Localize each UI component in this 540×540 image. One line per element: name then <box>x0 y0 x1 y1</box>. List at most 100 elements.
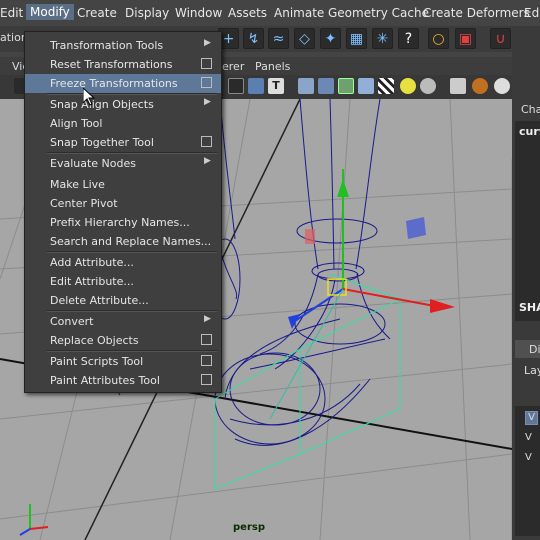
menu-item-label: Align Tool <box>50 117 103 130</box>
white-ball-icon[interactable] <box>494 78 510 94</box>
shapes-label: SHA <box>519 301 540 314</box>
menu-modify[interactable]: Modify <box>26 4 74 20</box>
option-box-icon[interactable] <box>201 374 212 385</box>
menu-item-prefix-hierarchy-names[interactable]: Prefix Hierarchy Names... <box>25 213 221 232</box>
menu-item-label: Snap Together Tool <box>50 136 154 149</box>
display-tab[interactable]: Dis <box>515 340 540 358</box>
menu-item-freeze-transformations[interactable]: Freeze Transformations <box>25 74 221 93</box>
submenu-arrow-icon: ▶ <box>204 156 211 166</box>
menu-item-label: Center Pivot <box>50 197 118 210</box>
menu-item-label: Evaluate Nodes <box>50 157 136 170</box>
submenu-arrow-icon: ▶ <box>204 38 211 48</box>
menu-item-snap-together-tool[interactable]: Snap Together Tool <box>25 133 221 152</box>
menu-item-label: Make Live <box>50 178 105 191</box>
manipulator-x-axis <box>342 288 441 308</box>
ball-icon[interactable] <box>472 78 488 94</box>
wireframe-icon[interactable] <box>228 78 244 94</box>
layer-list: V V V <box>515 406 540 536</box>
camera-label: persp <box>233 522 265 533</box>
lattice-icon[interactable]: ▦ <box>346 28 367 49</box>
sphere-icon[interactable] <box>420 78 436 94</box>
main-menubar: Edit Modify Create Display Window Assets… <box>0 0 540 27</box>
layer-visibility-2[interactable]: V <box>525 432 532 443</box>
channel-list: curv SHA <box>515 121 540 321</box>
menu-animate[interactable]: Animate <box>274 6 324 20</box>
curve-tool-icon[interactable]: ≈ <box>268 28 289 49</box>
menu-item-label: Snap Align Objects <box>50 98 154 111</box>
option-box-icon[interactable] <box>201 136 212 147</box>
menu-item-replace-objects[interactable]: Replace Objects <box>25 331 221 350</box>
menu-assets[interactable]: Assets <box>228 6 267 20</box>
light-icon[interactable] <box>400 78 416 94</box>
menu-item-label: Prefix Hierarchy Names... <box>50 216 190 229</box>
menu-item-center-pivot[interactable]: Center Pivot <box>25 194 221 213</box>
help-icon[interactable]: ? <box>398 28 419 49</box>
texture-icon[interactable] <box>318 78 334 94</box>
option-box-icon[interactable] <box>201 334 212 345</box>
shaded-cube-icon[interactable] <box>358 78 374 94</box>
channel-box-panel: Cha curv SHA Dis Lay V V V <box>512 26 540 540</box>
xray-icon[interactable] <box>338 78 354 94</box>
menu-geometry-cache[interactable]: Geometry Cache <box>328 6 429 20</box>
menu-item-paint-attributes-tool[interactable]: Paint Attributes Tool <box>25 371 221 390</box>
menu-item-paint-scripts-tool[interactable]: Paint Scripts Tool <box>25 352 221 371</box>
menu-item-label: Paint Attributes Tool <box>50 374 160 387</box>
menu-create-deformers[interactable]: Create Deformers <box>423 6 530 20</box>
curve-icon[interactable]: ↯ <box>243 28 264 49</box>
mouse-cursor-icon <box>82 86 96 109</box>
text-icon[interactable]: T <box>268 78 284 94</box>
option-box-icon[interactable] <box>201 77 212 88</box>
submenu-arrow-icon: ▶ <box>204 314 211 324</box>
menu-display[interactable]: Display <box>125 6 169 20</box>
menu-edit-truncated[interactable]: Edi <box>524 6 540 20</box>
menu-item-label: Reset Transformations <box>50 58 173 71</box>
menu-item-label: Paint Scripts Tool <box>50 355 144 368</box>
menu-item-snap-align-objects[interactable]: Snap Align Objects ▶ <box>25 95 221 114</box>
select-icon[interactable]: ▣ <box>455 28 476 49</box>
lock-icon[interactable]: ○ <box>428 28 449 49</box>
layers-menu[interactable]: Lay <box>524 364 540 377</box>
menu-item-delete-attribute[interactable]: Delete Attribute... <box>25 291 221 310</box>
object-name[interactable]: curv <box>519 125 540 138</box>
magnet-icon[interactable]: ∪ <box>490 28 511 49</box>
menu-item-search-and-replace-names[interactable]: Search and Replace Names... <box>25 232 221 251</box>
option-box-icon[interactable] <box>201 355 212 366</box>
panel-menu-renderer[interactable]: erer <box>222 60 244 73</box>
checker-icon[interactable] <box>378 78 394 94</box>
shaded-icon[interactable] <box>248 78 264 94</box>
camera-icon[interactable] <box>450 78 466 94</box>
menu-item-label: Edit Attribute... <box>50 275 134 288</box>
option-box-icon[interactable] <box>201 58 212 69</box>
menu-item-label: Convert <box>50 315 94 328</box>
menu-item-make-live[interactable]: Make Live <box>25 175 221 194</box>
panel-menu-panels[interactable]: Panels <box>255 60 290 73</box>
menu-item-label: Add Attribute... <box>50 256 134 269</box>
menu-window[interactable]: Window <box>175 6 222 20</box>
cube-icon[interactable] <box>298 78 314 94</box>
menu-create[interactable]: Create <box>77 6 117 20</box>
menu-item-label: Transformation Tools <box>50 39 164 52</box>
menu-item-label: Search and Replace Names... <box>50 235 212 248</box>
deform-icon[interactable]: ✳ <box>372 28 393 49</box>
layer-visibility-1[interactable]: V <box>525 411 538 425</box>
submenu-arrow-icon: ▶ <box>204 97 211 107</box>
menu-item-add-attribute[interactable]: Add Attribute... <box>25 253 221 272</box>
axis-indicator <box>19 504 49 536</box>
menu-item-convert[interactable]: Convert ▶ <box>25 312 221 331</box>
menu-item-edit-attribute[interactable]: Edit Attribute... <box>25 272 221 291</box>
plane-icon[interactable]: ◇ <box>294 28 315 49</box>
menu-item-reset-transformations[interactable]: Reset Transformations <box>25 55 221 74</box>
menu-item-label: Delete Attribute... <box>50 294 149 307</box>
menu-item-evaluate-nodes[interactable]: Evaluate Nodes ▶ <box>25 154 221 173</box>
display-tab-label: Dis <box>529 343 540 356</box>
pivot-plane-red <box>305 229 315 244</box>
menu-item-align-tool[interactable]: Align Tool <box>25 114 221 133</box>
layer-visibility-3[interactable]: V <box>525 452 532 463</box>
manipulator-y-arrow <box>337 179 349 197</box>
menu-item-label: Replace Objects <box>50 334 139 347</box>
menu-item-transformation-tools[interactable]: Transformation Tools ▶ <box>25 36 221 55</box>
bend-icon[interactable]: ✦ <box>320 28 341 49</box>
menu-edit[interactable]: Edit <box>0 6 23 20</box>
pivot-plane-blue <box>406 217 426 239</box>
channel-box-tab[interactable]: Cha <box>521 103 540 116</box>
